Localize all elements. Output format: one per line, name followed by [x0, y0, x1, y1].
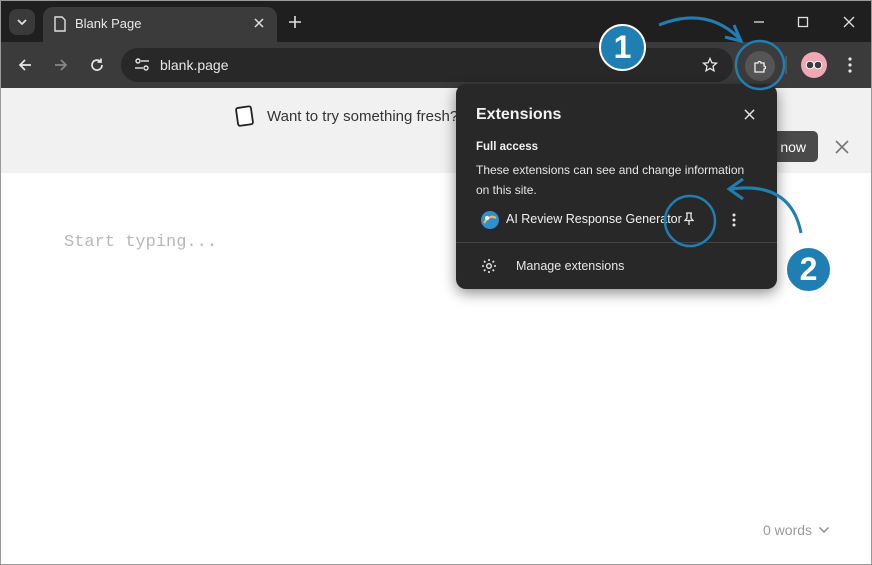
word-count[interactable]: 0 words — [763, 522, 830, 538]
popup-divider — [456, 242, 777, 243]
tab-search-button[interactable] — [9, 9, 35, 35]
notepad-icon — [234, 105, 256, 132]
browser-window: Blank Page blank.page Want to try someth… — [0, 0, 872, 565]
puzzle-icon — [754, 60, 767, 73]
back-arrow-icon[interactable] — [14, 54, 36, 76]
step-1-badge: 1 — [599, 24, 646, 71]
banner-text: Want to try something fresh? — [267, 108, 459, 125]
access-section-description: These extensions can see and change info… — [476, 163, 745, 197]
glasses-icon — [805, 60, 823, 70]
banner-close-icon[interactable] — [833, 138, 851, 156]
gear-icon — [480, 257, 498, 275]
ai-review-extension-icon — [480, 210, 500, 230]
site-info-icon[interactable] — [131, 55, 153, 75]
step-2-badge: 2 — [785, 246, 832, 293]
reload-icon[interactable] — [86, 54, 108, 76]
extension-name: AI Review Response Generator — [506, 212, 682, 226]
close-window-icon[interactable] — [839, 12, 859, 32]
browser-toolbar: blank.page — [1, 42, 871, 88]
editor-placeholder: Start typing... — [64, 233, 218, 252]
extension-item[interactable]: AI Review Response Generator — [456, 204, 777, 238]
tab-title: Blank Page — [75, 16, 142, 31]
minimize-icon[interactable] — [749, 12, 769, 32]
close-tab-icon[interactable] — [251, 15, 267, 31]
chevron-down-icon — [17, 19, 27, 26]
popup-close-icon[interactable] — [741, 106, 757, 122]
bookmark-star-icon[interactable] — [701, 56, 719, 74]
profile-avatar[interactable] — [801, 52, 827, 78]
url-text: blank.page — [160, 57, 229, 73]
maximize-icon[interactable] — [793, 12, 813, 32]
active-tab[interactable]: Blank Page — [43, 7, 277, 42]
popup-title: Extensions — [476, 106, 562, 123]
manage-extensions-item[interactable]: Manage extensions — [456, 250, 777, 282]
forward-arrow-icon[interactable] — [50, 54, 72, 76]
manage-extensions-label: Manage extensions — [516, 259, 625, 273]
browser-menu-icon[interactable] — [841, 55, 859, 75]
extension-more-options-icon[interactable] — [726, 210, 742, 230]
page-icon — [53, 16, 67, 37]
tab-strip: Blank Page — [1, 1, 871, 42]
extensions-popup: Extensions Full access These extensions … — [456, 84, 777, 289]
word-count-label: 0 words — [763, 522, 813, 538]
new-tab-icon[interactable] — [285, 12, 305, 32]
toolbar-divider — [785, 56, 787, 74]
access-section-title: Full access — [476, 141, 539, 153]
chevron-down-icon — [818, 526, 830, 534]
pin-icon[interactable] — [680, 210, 698, 228]
extensions-puzzle-button[interactable] — [745, 51, 775, 81]
